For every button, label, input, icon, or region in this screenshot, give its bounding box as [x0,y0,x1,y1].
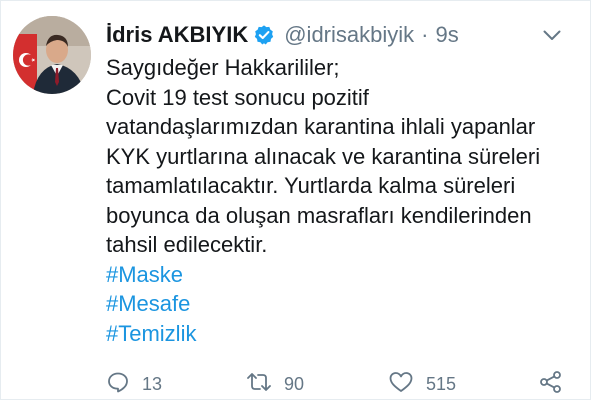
tweet-actions: 13 90 515 [106,370,576,398]
tweet-text: Saygıdeğer Hakkarililer; Covit 19 test s… [106,53,584,348]
tweet-text-line: tamamlatılacaktır. Yurtlarda kalma sürel… [106,173,516,198]
author-name[interactable]: İdris AKBIYIK [106,22,248,48]
tweet-text-line: boyunca da oluşan masrafları kendilerind… [106,202,532,228]
retweet-icon [246,370,272,399]
tweet-text-line: tahsil edilecektir. [106,232,268,257]
retweet-button[interactable]: 90 [246,370,304,398]
timestamp[interactable]: 9s [435,22,458,48]
hashtag-temizlik[interactable]: #Temizlik [106,319,584,349]
share-button[interactable] [538,370,564,398]
chevron-down-icon[interactable] [541,26,563,44]
avatar-photo [13,16,91,94]
separator-dot: · [421,22,429,47]
hashtag-mesafe[interactable]: #Mesafe [106,289,584,319]
avatar[interactable] [13,16,91,94]
retweet-count: 90 [284,373,305,394]
like-count: 515 [426,373,457,394]
tweet-text-line: Saygıdeğer Hakkarililer; [106,55,340,80]
author-handle[interactable]: @idrisakbiyik [284,22,414,48]
verified-badge-icon [253,24,275,46]
heart-icon [388,370,414,399]
like-button[interactable]: 515 [388,370,456,398]
share-icon [538,369,564,400]
reply-icon [106,370,130,399]
tweet-text-line: KYK yurtlarına alınacak ve karantina sür… [106,143,541,169]
tweet-text-line: Covit 19 test sonucu pozitif [106,84,369,110]
tweet-card: İdris AKBIYIK @idrisakbiyik · 9s Saygıde… [0,0,591,400]
hashtag-maske[interactable]: #Maske [106,260,584,290]
reply-count: 13 [142,373,163,394]
tweet-header: İdris AKBIYIK @idrisakbiyik · 9s [106,21,459,49]
tweet-text-line: vatandaşlarımızdan karantina ihlali yapa… [106,114,536,139]
reply-button[interactable]: 13 [106,370,162,398]
